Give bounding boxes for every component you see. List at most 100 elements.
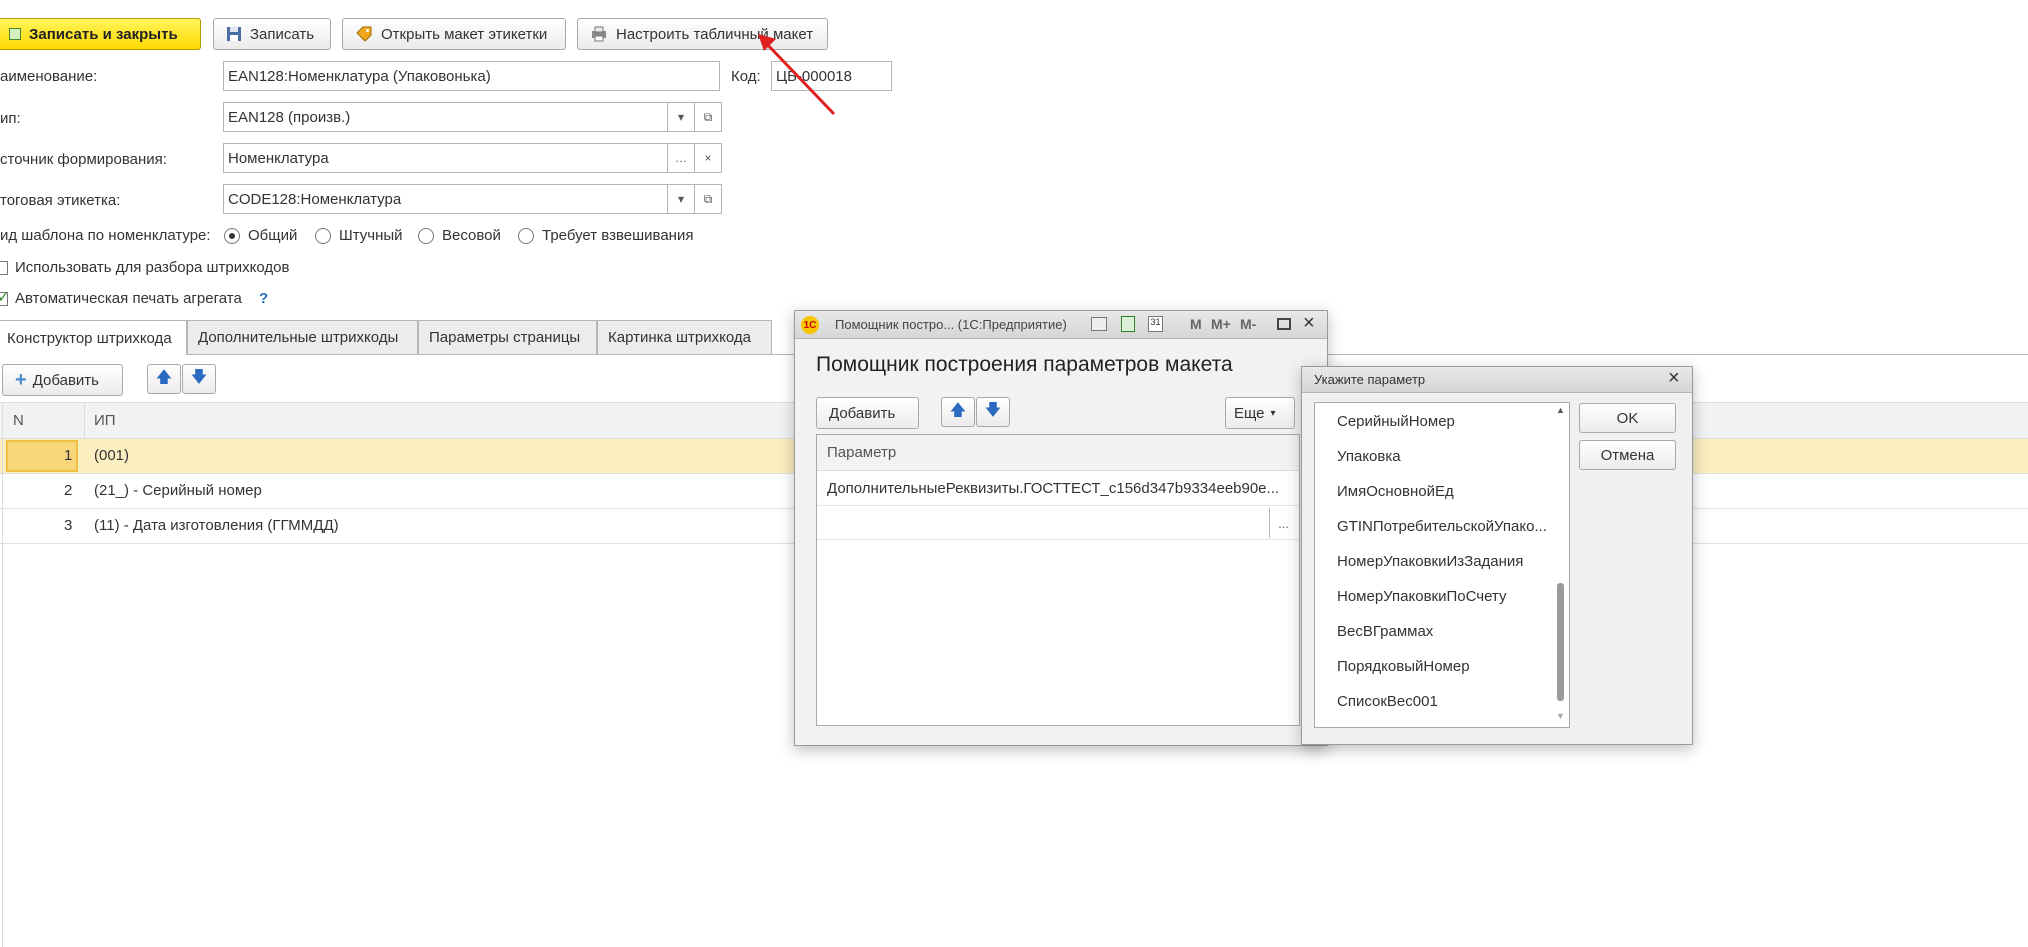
tab-barcode-picture[interactable]: Картинка штрихкода [597,320,772,354]
scrollbar[interactable]: ▲ ▼ [1555,405,1567,725]
scrollbar-thumb[interactable] [1557,583,1564,701]
list-item[interactable]: GTINПотребительскойУпако... [1337,518,1547,535]
table-row[interactable]: ДополнительныеРеквизиты.ГОСТТЕСТ_c156d34… [817,471,1299,506]
annotation-arrow-icon [758,34,836,116]
parameter-value: ДополнительныеРеквизиты.ГОСТТЕСТ_c156d34… [827,480,1280,497]
close-icon[interactable]: × [1668,367,1680,390]
scroll-down-icon[interactable]: ▼ [1556,711,1565,721]
close-icon: × [704,151,712,165]
left-border [2,402,3,947]
open-window-icon: ⧉ [703,191,713,206]
row-number: 1 [64,447,73,464]
select-value-button[interactable]: ... [1269,508,1297,538]
move-down-button[interactable]: 🡇 [182,364,216,394]
template-kind-label: ид шаблона по номенклатуре: [0,227,211,244]
cancel-button[interactable]: Отмена [1579,440,1676,470]
type-open-button[interactable]: ⧉ [694,102,722,132]
list-item[interactable]: Упаковка [1337,448,1401,465]
tag-icon [356,26,372,42]
list-item[interactable]: ПорядковыйНомер [1337,658,1470,675]
close-icon[interactable]: × [1303,312,1315,335]
list-item[interactable]: СписокВес001 [1337,693,1438,710]
ellipsis-icon: … [675,151,687,165]
radio-general[interactable] [224,228,240,244]
helper-params-table: Параметр ДополнительныеРеквизиты.ГОСТТЕС… [816,434,1300,726]
arrow-down-icon: 🡇 [984,401,1002,419]
save-label: Записать [250,25,315,43]
helper-more-label: Еще [1234,404,1265,422]
help-icon[interactable]: ? [259,290,268,307]
helper-title: Помощник постро... (1С:Предприятие) [835,317,1067,332]
arrow-down-icon: 🡇 [190,368,208,386]
tab-additional-barcodes[interactable]: Дополнительные штрихкоды [187,320,418,354]
list-item[interactable]: ВесВГраммах [1337,623,1433,640]
list-item[interactable]: НомерУпаковкиПоСчету [1337,588,1506,605]
type-dropdown-button[interactable]: ▾ [667,102,695,132]
final-label-open-button[interactable]: ⧉ [694,184,722,214]
checkmark-icon: ✓ [0,289,10,306]
floppy-disk-icon [227,27,241,41]
column-divider [84,403,85,440]
use-parse-checkbox[interactable] [0,261,8,275]
source-field[interactable]: Номенклатура [223,143,668,173]
table-row-edit[interactable]: ... [817,506,1299,540]
list-item[interactable]: СерийныйНомер [1337,413,1455,430]
calculator-icon[interactable] [1121,316,1135,332]
helper-titlebar: 1С Помощник постро... (1С:Предприятие) 3… [795,311,1327,339]
radio-weight-label: Весовой [442,227,501,244]
name-label: аименование: [0,68,98,85]
save-and-close-label: Записать и закрыть [29,25,178,43]
radio-piece-label: Штучный [339,227,403,244]
move-up-button[interactable]: 🡅 [147,364,181,394]
1c-logo-icon: 1С [801,316,819,334]
parameter-list: СерийныйНомер Упаковка ИмяОсновнойЕд GTI… [1314,402,1570,728]
helper-add-button[interactable]: Добавить [816,397,919,429]
memory-add-button[interactable]: M+ [1211,316,1231,332]
add-row-button[interactable]: + Добавить [2,364,123,396]
chevron-down-icon: ▾ [1270,407,1276,419]
helper-more-button[interactable]: Еще ▾ [1225,397,1295,429]
print-icon[interactable] [1091,317,1107,331]
printer-settings-icon [592,26,606,42]
helper-heading: Помощник построения параметров макета [816,353,1233,376]
dialog-titlebar: Укажите параметр × [1302,367,1692,393]
list-item[interactable]: НомерУпаковкиИзЗадания [1337,553,1523,570]
radio-weight[interactable] [418,228,434,244]
scroll-up-icon[interactable]: ▲ [1556,405,1565,415]
open-label-layout-button[interactable]: Открыть макет этикетки [342,18,566,50]
radio-needs-weighing[interactable] [518,228,534,244]
source-label: сточник формирования: [0,151,167,168]
helper-window: 1С Помощник постро... (1С:Предприятие) 3… [794,310,1328,746]
tab-barcode-constructor[interactable]: Конструктор штрихкода [0,320,187,355]
row-ip: (11) - Дата изготовления (ГГММДД) [94,517,339,534]
auto-print-label: Автоматическая печать агрегата [15,290,242,307]
save-and-close-button[interactable]: Записать и закрыть [0,18,201,50]
save-button[interactable]: Записать [213,18,331,50]
arrow-up-icon: 🡅 [155,368,173,386]
plus-icon: + [15,368,27,391]
memory-store-button[interactable]: M [1190,316,1202,332]
check-icon [9,28,21,40]
source-select-button[interactable]: … [667,143,695,173]
maximize-icon[interactable] [1277,318,1291,330]
type-field[interactable]: EAN128 (произв.) [223,102,668,132]
final-label-field[interactable]: CODE128:Номенклатура [223,184,668,214]
row-number: 3 [64,517,73,534]
helper-move-down-button[interactable]: 🡇 [976,397,1010,427]
helper-move-up-button[interactable]: 🡅 [941,397,975,427]
ok-button[interactable]: OK [1579,403,1676,433]
column-header-n: N [13,412,24,429]
ok-label: OK [1616,409,1639,427]
tab-page-parameters[interactable]: Параметры страницы [418,320,597,354]
row-ip: (001) [94,447,130,464]
memory-subtract-button[interactable]: M- [1240,316,1256,332]
radio-piece[interactable] [315,228,331,244]
list-item[interactable]: ИмяОсновнойЕд [1337,483,1454,500]
final-label-dropdown-button[interactable]: ▾ [667,184,695,214]
use-parse-label: Использовать для разбора штрихкодов [15,259,290,276]
name-field[interactable]: EAN128:Номенклатура (Упаковонька) [223,61,720,91]
auto-print-checkbox[interactable]: ✓ [0,289,10,306]
calendar-icon[interactable]: 31 [1148,316,1163,332]
source-clear-button[interactable]: × [694,143,722,173]
radio-needs-weighing-label: Требует взвешивания [542,227,694,244]
